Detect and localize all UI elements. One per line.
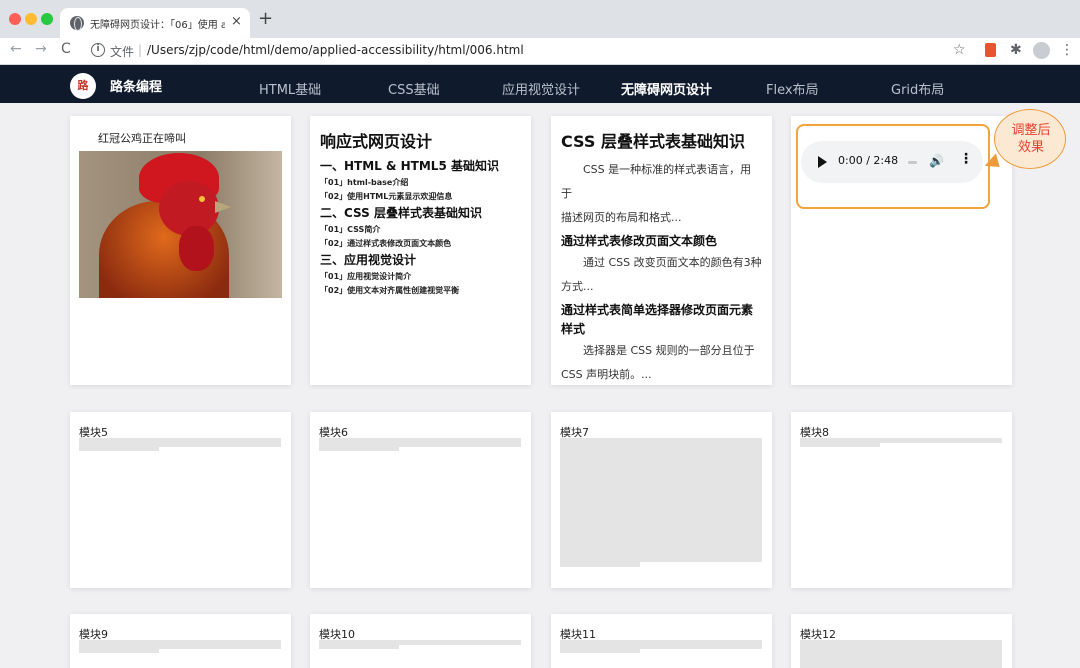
module-block: 模块8 xyxy=(791,412,1012,588)
tab-title: 无障碍网页设计：「06」使用 au xyxy=(90,20,225,31)
bookmark-star-icon[interactable]: ☆ xyxy=(953,42,966,58)
site-navbar: 路 路条编程 HTML基础 CSS基础 应用视觉设计 无障碍网页设计 Flex布… xyxy=(0,65,1080,103)
nav-item-visual-design[interactable]: 应用视觉设计 xyxy=(502,79,580,98)
forward-button[interactable]: → xyxy=(35,41,47,57)
paragraph: 选择器是 CSS 规则的一部分且位于 xyxy=(583,344,755,357)
more-options-icon[interactable]: ⋮ xyxy=(959,151,973,167)
site-brand[interactable]: 路条编程 xyxy=(110,76,162,95)
callout-bubble: 调整后 效果 xyxy=(994,109,1066,169)
module-block: 模块10 xyxy=(310,614,531,668)
volume-icon[interactable]: 🔊 xyxy=(929,154,944,168)
section-link[interactable]: 「02」使用文本对齐属性创建视觉平衡 xyxy=(320,285,521,296)
reload-button[interactable]: C xyxy=(61,41,71,57)
card-responsive-design: 响应式网页设计 一、HTML & HTML5 基础知识 「01」html-bas… xyxy=(310,116,531,385)
paragraph-tail: 描述网页的布局和格式... xyxy=(561,211,682,224)
browser-toolbar: ← → C i 文件 | /Users/zjp/code/html/demo/a… xyxy=(0,38,1080,65)
maximize-window-button[interactable] xyxy=(41,13,53,25)
audio-time: 0:00 / 2:48 xyxy=(838,154,899,167)
extension-icon[interactable] xyxy=(985,43,996,57)
subheading: 通过样式表简单选择器修改页面元素样式 xyxy=(561,303,754,336)
callout-line: 调整后 xyxy=(1011,123,1051,138)
module-block: 模块9 xyxy=(70,614,291,668)
section-heading: 二、CSS 层叠样式表基础知识 xyxy=(320,206,482,220)
browser-tab-bar: 无障碍网页设计：「06」使用 au × + xyxy=(0,0,1080,38)
nav-item-grid[interactable]: Grid布局 xyxy=(891,79,944,98)
module-block: 模块6 xyxy=(310,412,531,588)
tab-close-icon[interactable]: × xyxy=(231,14,242,29)
section-link[interactable]: 「01」应用视觉设计简介 xyxy=(320,271,521,282)
paragraph: 通过 CSS 改变页面文本的颜色有3种 xyxy=(583,256,762,269)
card-rooster: 红冠公鸡正在啼叫 xyxy=(70,116,291,385)
section-heading: 一、HTML & HTML5 基础知识 xyxy=(320,159,499,173)
site-logo[interactable]: 路 xyxy=(70,73,96,99)
module-block: 模块5 xyxy=(70,412,291,588)
globe-icon xyxy=(70,16,84,31)
profile-avatar[interactable] xyxy=(1033,42,1050,59)
section-link[interactable]: 「02」使用HTML元素显示欢迎信息 xyxy=(320,191,521,202)
subheading: 通过样式表修改页面文本颜色 xyxy=(561,234,718,248)
module-block: 模块11 xyxy=(551,614,772,668)
play-icon[interactable] xyxy=(818,156,827,168)
site-info-icon[interactable]: i xyxy=(91,43,105,57)
module-block: 模块7 xyxy=(551,412,772,588)
audio-progress-slider[interactable] xyxy=(908,161,917,164)
audio-player[interactable]: 0:00 / 2:48 🔊 ⋮ xyxy=(801,141,983,183)
section-link[interactable]: 「01」CSS简介 xyxy=(320,224,521,235)
browser-menu-icon[interactable]: ⋮ xyxy=(1060,42,1074,58)
nav-item-flex[interactable]: Flex布局 xyxy=(766,79,819,98)
address-bar[interactable]: /Users/zjp/code/html/demo/applied-access… xyxy=(147,43,524,57)
file-scheme-label: 文件 xyxy=(110,45,135,59)
section-link[interactable]: 「01」html-base介绍 xyxy=(320,177,521,188)
browser-tab[interactable]: 无障碍网页设计：「06」使用 au × xyxy=(60,8,250,38)
omnibox-separator: | xyxy=(138,43,143,57)
module-block: 模块12 xyxy=(791,614,1012,668)
callout-line: 效果 xyxy=(1017,140,1044,155)
close-window-button[interactable] xyxy=(9,13,21,25)
card-css-basics: CSS 层叠样式表基础知识 CSS 是一种标准的样式表语言，用于 描述网页的布局… xyxy=(551,116,772,385)
paragraph: CSS 是一种标准的样式表语言，用于 xyxy=(561,163,752,200)
section-heading: 三、应用视觉设计 xyxy=(320,253,417,267)
paragraph-tail: 方式... xyxy=(561,280,594,293)
section-link[interactable]: 「02」通过样式表修改页面文本颜色 xyxy=(320,238,521,249)
nav-item-accessibility[interactable]: 无障碍网页设计 xyxy=(621,79,712,98)
paragraph-tail: CSS 声明块前。... xyxy=(561,368,652,381)
rooster-image xyxy=(79,151,282,298)
image-caption: 红冠公鸡正在啼叫 xyxy=(98,132,186,145)
extensions-puzzle-icon[interactable]: ✱ xyxy=(1010,42,1022,58)
card-title: 响应式网页设计 xyxy=(320,132,433,151)
nav-item-html[interactable]: HTML基础 xyxy=(259,79,321,98)
card-title: CSS 层叠样式表基础知识 xyxy=(561,132,745,151)
nav-item-css[interactable]: CSS基础 xyxy=(388,79,440,98)
minimize-window-button[interactable] xyxy=(25,13,37,25)
new-tab-button[interactable]: + xyxy=(258,9,273,29)
back-button[interactable]: ← xyxy=(10,41,22,57)
